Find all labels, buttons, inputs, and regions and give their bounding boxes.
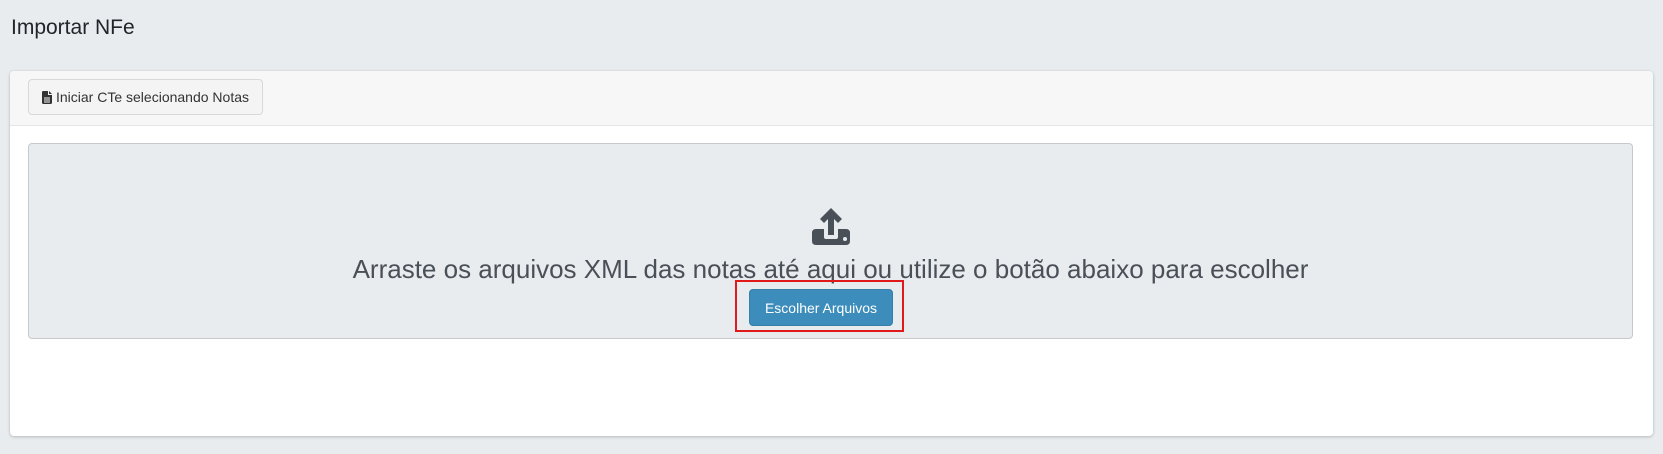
upload-icon [810, 207, 852, 247]
start-cte-button[interactable]: Iniciar CTe selecionando Notas [28, 79, 263, 115]
card-header: Iniciar CTe selecionando Notas [10, 71, 1653, 126]
start-cte-label: Iniciar CTe selecionando Notas [56, 89, 249, 105]
choose-files-button[interactable]: Escolher Arquivos [749, 289, 893, 326]
file-icon [42, 90, 52, 104]
import-card: Iniciar CTe selecionando Notas Arraste o… [10, 71, 1653, 436]
page-title: Importar NFe [11, 16, 135, 39]
dropzone-message: Arraste os arquivos XML das notas até aq… [352, 253, 1309, 284]
